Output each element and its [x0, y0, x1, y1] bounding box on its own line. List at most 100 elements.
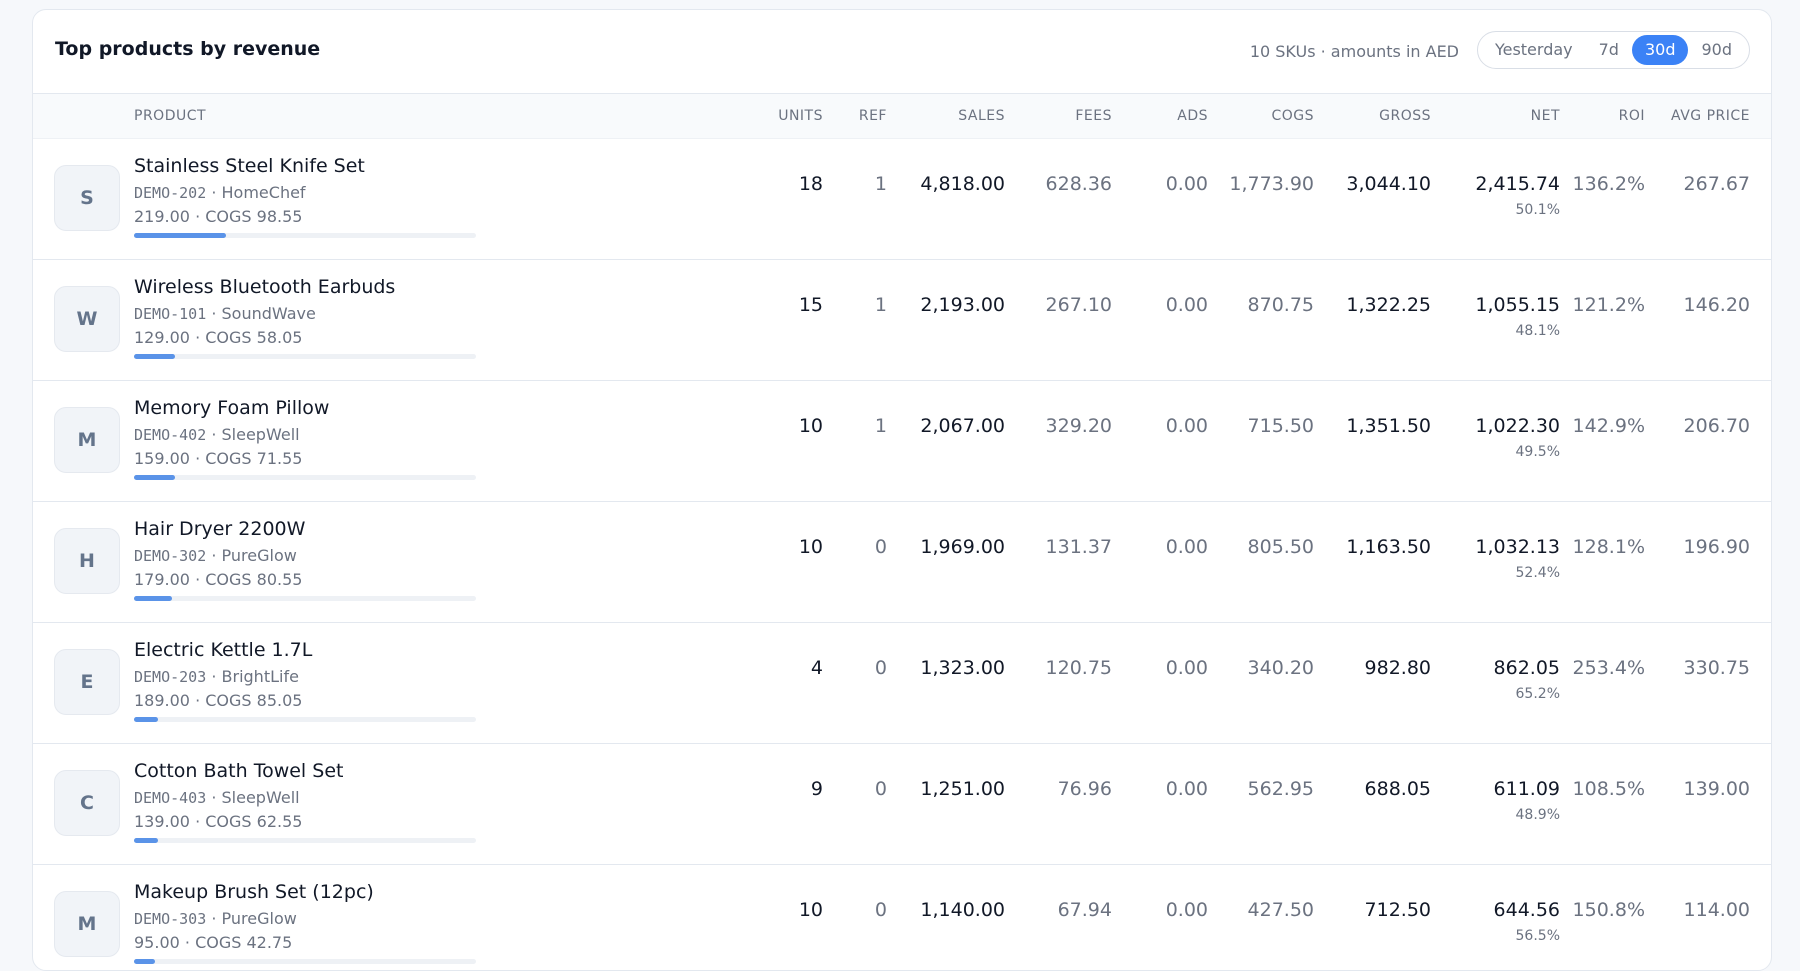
column-units[interactable]: UNITS	[778, 108, 823, 124]
cell-net-margin: 48.9%	[1515, 807, 1560, 823]
cell-sales: 1,140.00	[920, 899, 1005, 921]
cell-avg-price: 267.67	[1683, 173, 1750, 195]
cell-net: 644.56	[1493, 899, 1560, 921]
cell-roi: 253.4%	[1572, 657, 1645, 679]
cell-ref: 1	[874, 294, 887, 316]
product-brand: SleepWell	[221, 425, 300, 444]
column-cogs[interactable]: COGS	[1271, 108, 1314, 124]
cell-net-margin: 52.4%	[1515, 565, 1560, 581]
revenue-share-fill	[134, 596, 172, 601]
product-avatar: M	[54, 407, 120, 473]
product-avatar: H	[54, 528, 120, 594]
range-90d-button[interactable]: 90d	[1688, 35, 1745, 65]
cell-roi: 142.9%	[1572, 415, 1645, 437]
cell-units: 15	[798, 294, 823, 316]
product-sku-brand: DEMO-202 · HomeChef	[134, 183, 306, 202]
product-price-cogs: 95.00 · COGS 42.75	[134, 933, 293, 952]
column-roi[interactable]: ROI	[1619, 108, 1645, 124]
column-avg-price[interactable]: AVG PRICE	[1671, 108, 1750, 124]
product-avatar: E	[54, 649, 120, 715]
cell-ads: 0.00	[1165, 778, 1208, 800]
product-name[interactable]: Stainless Steel Knife Set	[134, 155, 365, 177]
column-gross[interactable]: GROSS	[1379, 108, 1431, 124]
cell-gross: 3,044.10	[1346, 173, 1431, 195]
table-row[interactable]: H Hair Dryer 2200W DEMO-302 · PureGlow 1…	[33, 502, 1771, 623]
top-products-card: Top products by revenue 10 SKUs · amount…	[32, 9, 1772, 971]
cell-ads: 0.00	[1165, 173, 1208, 195]
column-ads[interactable]: ADS	[1177, 108, 1208, 124]
table-row[interactable]: S Stainless Steel Knife Set DEMO-202 · H…	[33, 139, 1771, 260]
product-brand: SoundWave	[221, 304, 316, 323]
cell-gross: 1,351.50	[1346, 415, 1431, 437]
cell-fees: 120.75	[1045, 657, 1112, 679]
product-sku: DEMO-101	[134, 305, 207, 323]
cell-fees: 131.37	[1045, 536, 1112, 558]
table-row[interactable]: M Makeup Brush Set (12pc) DEMO-303 · Pur…	[33, 865, 1771, 970]
cell-sales: 4,818.00	[920, 173, 1005, 195]
cell-roi: 108.5%	[1572, 778, 1645, 800]
range-7d-button[interactable]: 7d	[1586, 35, 1632, 65]
product-name[interactable]: Memory Foam Pillow	[134, 397, 329, 419]
column-product[interactable]: PRODUCT	[134, 108, 206, 124]
cell-ref: 1	[874, 173, 887, 195]
cell-net-margin: 65.2%	[1515, 686, 1560, 702]
table-row[interactable]: C Cotton Bath Towel Set DEMO-403 · Sleep…	[33, 744, 1771, 865]
product-sku: DEMO-302	[134, 547, 207, 565]
column-ref[interactable]: REF	[859, 108, 887, 124]
cell-gross: 712.50	[1364, 899, 1431, 921]
revenue-share-fill	[134, 959, 155, 964]
table-row[interactable]: M Memory Foam Pillow DEMO-402 · SleepWel…	[33, 381, 1771, 502]
cell-ref: 0	[874, 657, 887, 679]
cell-net: 1,032.13	[1475, 536, 1560, 558]
column-net[interactable]: NET	[1531, 108, 1560, 124]
product-sku-brand: DEMO-302 · PureGlow	[134, 546, 297, 565]
product-name[interactable]: Makeup Brush Set (12pc)	[134, 881, 374, 903]
product-price-cogs: 189.00 · COGS 85.05	[134, 691, 303, 710]
product-brand: HomeChef	[221, 183, 306, 202]
column-sales[interactable]: SALES	[958, 108, 1005, 124]
range-yesterday-button[interactable]: Yesterday	[1482, 35, 1586, 65]
product-price-cogs: 159.00 · COGS 71.55	[134, 449, 303, 468]
table-row[interactable]: E Electric Kettle 1.7L DEMO-203 · Bright…	[33, 623, 1771, 744]
cell-ads: 0.00	[1165, 536, 1208, 558]
cell-net-margin: 50.1%	[1515, 202, 1560, 218]
cell-cogs: 1,773.90	[1229, 173, 1314, 195]
cell-units: 9	[810, 778, 823, 800]
product-brand: SleepWell	[221, 788, 300, 807]
product-name[interactable]: Hair Dryer 2200W	[134, 518, 305, 540]
product-sku: DEMO-203	[134, 668, 207, 686]
column-fees[interactable]: FEES	[1075, 108, 1112, 124]
product-avatar: W	[54, 286, 120, 352]
cell-avg-price: 139.00	[1683, 778, 1750, 800]
revenue-share-bar	[134, 475, 476, 480]
product-sku-brand: DEMO-203 · BrightLife	[134, 667, 299, 686]
cell-fees: 329.20	[1045, 415, 1112, 437]
cell-net: 1,055.15	[1475, 294, 1560, 316]
cell-fees: 628.36	[1045, 173, 1112, 195]
cell-ref: 1	[874, 415, 887, 437]
revenue-share-bar	[134, 596, 476, 601]
cell-units: 4	[810, 657, 823, 679]
cell-fees: 267.10	[1045, 294, 1112, 316]
product-brand: BrightLife	[221, 667, 299, 686]
product-name[interactable]: Wireless Bluetooth Earbuds	[134, 276, 395, 298]
product-brand: PureGlow	[221, 546, 297, 565]
cell-sales: 1,969.00	[920, 536, 1005, 558]
cell-sales: 1,251.00	[920, 778, 1005, 800]
sku-count-meta: 10 SKUs · amounts in AED	[1249, 42, 1459, 61]
range-30d-button[interactable]: 30d	[1631, 35, 1689, 65]
cell-avg-price: 196.90	[1683, 536, 1750, 558]
revenue-share-bar	[134, 717, 476, 722]
table-row[interactable]: W Wireless Bluetooth Earbuds DEMO-101 · …	[33, 260, 1771, 381]
product-name[interactable]: Cotton Bath Towel Set	[134, 760, 343, 782]
revenue-share-fill	[134, 475, 176, 480]
cell-units: 18	[798, 173, 823, 195]
card-title: Top products by revenue	[55, 38, 321, 60]
product-sku-brand: DEMO-303 · PureGlow	[134, 909, 297, 928]
product-name[interactable]: Electric Kettle 1.7L	[134, 639, 312, 661]
revenue-share-bar	[134, 838, 476, 843]
cell-gross: 1,322.25	[1346, 294, 1431, 316]
cell-gross: 1,163.50	[1346, 536, 1431, 558]
cell-net: 862.05	[1493, 657, 1560, 679]
cell-net: 1,022.30	[1475, 415, 1560, 437]
